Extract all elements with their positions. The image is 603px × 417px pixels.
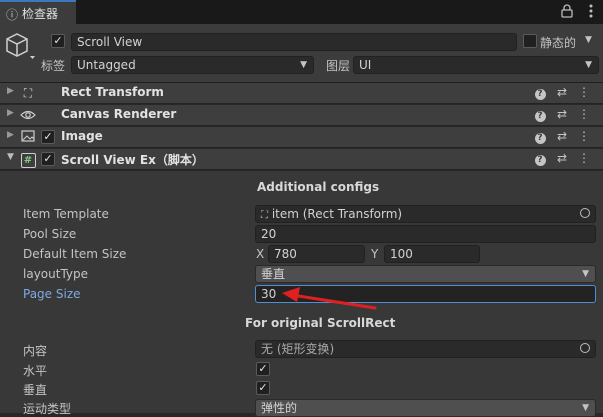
kebab-menu-icon[interactable]: ⋮ <box>573 107 595 121</box>
presets-icon[interactable]: ⇄ <box>551 129 573 143</box>
image-icon <box>20 129 36 145</box>
gameobject-header: ✓ Scroll View 静态的 ▼ 标签 Untagged ▼ 图层 UI … <box>0 24 603 83</box>
component-name: Rect Transform <box>61 85 164 99</box>
x-label: X <box>256 247 265 261</box>
component-name: Canvas Renderer <box>61 107 177 121</box>
tag-label: 标签 <box>41 59 66 73</box>
item-template-label: Item Template <box>23 207 109 221</box>
layout-type-dropdown[interactable]: 垂直 ▼ <box>255 265 596 283</box>
component-tools: ? ⇄ ⋮ <box>529 129 595 144</box>
layout-type-label: layoutType <box>23 267 89 281</box>
foldout-expanded-icon[interactable]: ▼ <box>7 152 14 162</box>
movement-type-dropdown[interactable]: 弹性的 ▼ <box>255 399 596 417</box>
component-rect-transform[interactable]: ▶ ⛶ Rect Transform ? ⇄ ⋮ <box>0 83 603 104</box>
vertical-label: 垂直 <box>23 383 48 397</box>
rect-transform-icon: ⛶ <box>261 210 268 221</box>
object-picker-icon[interactable] <box>580 343 590 353</box>
help-icon[interactable]: ? <box>529 151 551 166</box>
horizontal-checkbox[interactable]: ✓ <box>256 362 270 376</box>
content-field[interactable]: 无 (矩形变换) <box>255 340 596 358</box>
content-value: 无 (矩形变换) <box>261 342 335 356</box>
page-size-label: Page Size <box>23 287 81 301</box>
object-picker-icon[interactable] <box>580 208 590 218</box>
default-item-size-y-input[interactable]: 100 <box>384 245 480 263</box>
default-item-size-label: Default Item Size <box>23 247 127 261</box>
gameobject-cube-icon[interactable] <box>4 30 35 60</box>
component-name: Image <box>61 129 103 143</box>
static-dropdown-arrow-icon[interactable]: ▼ <box>585 35 592 45</box>
static-checkbox[interactable] <box>523 34 537 48</box>
kebab-menu-icon[interactable]: ⋮ <box>573 129 595 143</box>
kebab-menu-icon[interactable]: ⋮ <box>573 85 595 99</box>
layer-label: 图层 <box>326 59 351 73</box>
chevron-down-icon: ▼ <box>585 60 592 70</box>
lock-icon[interactable] <box>561 4 573 21</box>
foldout-arrow-icon[interactable]: ▶ <box>7 130 14 140</box>
item-template-field[interactable]: ⛶ item (Rect Transform) <box>255 205 596 223</box>
presets-icon[interactable]: ⇄ <box>551 107 573 121</box>
annotation-arrow <box>282 287 377 310</box>
component-scroll-view-ex[interactable]: ▼ # ✓ Scroll View Ex（脚本） ? ⇄ ⋮ <box>0 149 603 170</box>
item-template-value: item (Rect Transform) <box>271 207 403 221</box>
component-name: Scroll View Ex（脚本） <box>61 153 204 167</box>
layer-value: UI <box>359 58 372 72</box>
script-hash-icon: # <box>20 151 36 168</box>
eye-icon <box>20 107 36 123</box>
component-canvas-renderer[interactable]: ▶ Canvas Renderer ? ⇄ ⋮ <box>0 105 603 126</box>
movement-type-label: 运动类型 <box>23 402 72 416</box>
layout-type-value: 垂直 <box>261 267 286 281</box>
component-tools: ? ⇄ ⋮ <box>529 107 595 122</box>
pool-size-label: Pool Size <box>23 227 77 241</box>
layer-dropdown[interactable]: UI ▼ <box>353 56 599 74</box>
tag-dropdown[interactable]: Untagged ▼ <box>71 56 314 74</box>
kebab-menu-icon[interactable]: ⋮ <box>573 151 595 165</box>
rect-transform-icon: ⛶ <box>23 86 33 100</box>
component-enabled-checkbox[interactable]: ✓ <box>41 152 55 166</box>
kebab-menu-icon[interactable] <box>589 4 593 21</box>
default-item-size-x-input[interactable]: 780 <box>268 245 365 263</box>
pool-size-input[interactable]: 20 <box>255 225 596 243</box>
section-title-original-scrollrect: For original ScrollRect <box>245 316 396 330</box>
help-icon[interactable]: ? <box>529 129 551 144</box>
help-icon[interactable]: ? <box>529 107 551 122</box>
presets-icon[interactable]: ⇄ <box>551 85 573 99</box>
y-label: Y <box>371 247 379 261</box>
chevron-down-icon: ▼ <box>582 403 589 413</box>
section-title-additional-configs: Additional configs <box>257 180 380 194</box>
gameobject-name-input[interactable]: Scroll View <box>71 33 517 51</box>
chevron-down-icon: ▼ <box>300 60 307 70</box>
tab-inspector[interactable]: ⓘ 检查器 <box>0 0 76 24</box>
info-icon: ⓘ <box>6 8 19 22</box>
tab-inspector-label: 检查器 <box>22 7 59 21</box>
help-icon[interactable]: ? <box>529 85 551 100</box>
static-label: 静态的 <box>540 36 577 50</box>
tab-bar: ⓘ 检查器 <box>0 0 603 24</box>
foldout-arrow-icon[interactable]: ▶ <box>7 108 14 118</box>
component-tools: ? ⇄ ⋮ <box>529 151 595 166</box>
presets-icon[interactable]: ⇄ <box>551 151 573 165</box>
horizontal-label: 水平 <box>23 364 48 378</box>
chevron-down-icon: ▼ <box>582 269 589 279</box>
component-image[interactable]: ▶ ✓ Image ? ⇄ ⋮ <box>0 127 603 148</box>
component-enabled-checkbox[interactable]: ✓ <box>41 130 55 144</box>
foldout-arrow-icon[interactable]: ▶ <box>7 86 14 96</box>
vertical-checkbox[interactable]: ✓ <box>256 381 270 395</box>
tag-value: Untagged <box>77 58 136 72</box>
active-checkbox[interactable]: ✓ <box>51 34 65 48</box>
component-tools: ? ⇄ ⋮ <box>529 85 595 100</box>
content-label: 内容 <box>23 344 48 358</box>
